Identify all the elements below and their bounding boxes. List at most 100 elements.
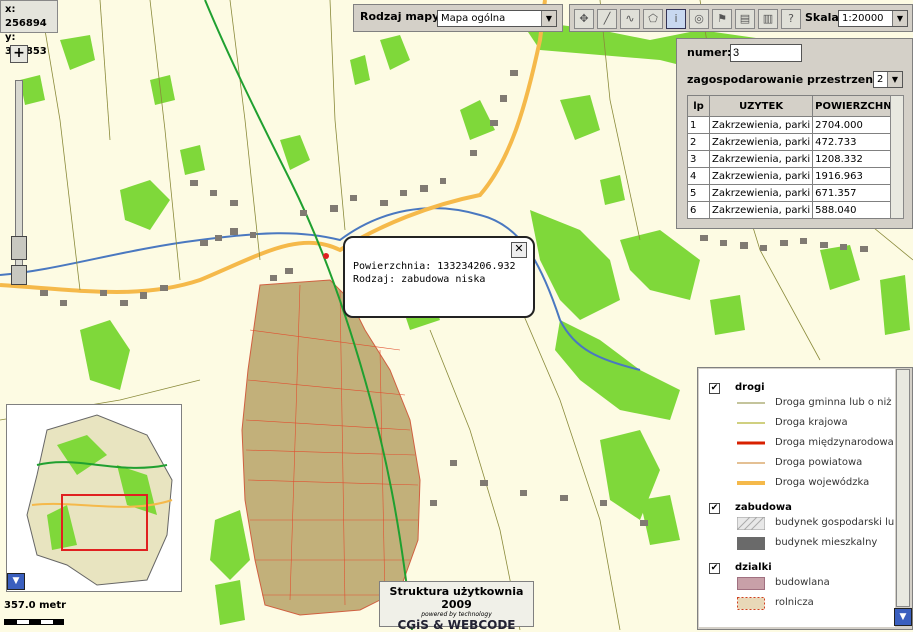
table-row[interactable]: 5 Zakrzewienia, parki 671.357 — [687, 184, 899, 202]
legend-label: Droga gminna lub o niż — [775, 397, 892, 408]
legend-item: rolnicza — [699, 594, 895, 614]
legend-label: Droga krajowa — [775, 417, 848, 428]
zoom-slider-thumb[interactable] — [11, 236, 27, 260]
measure-line-icon[interactable]: ∿ — [620, 9, 640, 29]
table-row[interactable]: 6 Zakrzewienia, parki 588.040 — [687, 201, 899, 219]
cell-lp: 5 — [687, 184, 710, 202]
popup-area: Powierzchnia: 133234206.932 — [353, 261, 516, 272]
chevron-down-icon: ▼ — [887, 72, 902, 87]
cell-uzytek: Zakrzewienia, parki — [708, 184, 814, 202]
flag-icon[interactable]: ⚑ — [712, 9, 732, 29]
layer-value: 2 — [877, 74, 884, 85]
legend-item: Droga międzynarodowa — [699, 434, 895, 454]
legend-label: budynek mieszkalny — [775, 537, 878, 548]
toolbar: ✥ ╱ ∿ ⬠ i ◎ ⚑ ▤ ▥ ? Skala 1:20000 ▼ — [569, 4, 913, 32]
cell-uzytek: Zakrzewienia, parki — [708, 201, 814, 219]
legend-swatch — [737, 402, 765, 404]
legend-label: Droga wojewódzka — [775, 477, 870, 488]
map-type-selector: Rodzaj mapy: Mapa ogólna ▼ — [353, 4, 563, 32]
numer-input[interactable] — [730, 44, 802, 62]
legend-label: Droga międzynarodowa — [775, 437, 894, 448]
legend-label: rolnicza — [775, 597, 814, 608]
col-header-lp[interactable]: lp — [687, 95, 710, 117]
checkbox-drogi[interactable]: ✔ — [709, 383, 720, 394]
table-row[interactable]: 2 Zakrzewienia, parki 472.733 — [687, 133, 899, 151]
overview-map[interactable] — [6, 404, 182, 592]
cell-lp: 3 — [687, 150, 710, 168]
table-row[interactable]: 1 Zakrzewienia, parki 2704.000 — [687, 116, 899, 134]
legend-label: budowlana — [775, 577, 830, 588]
table-row[interactable]: 4 Zakrzewienia, parki 1916.963 — [687, 167, 899, 185]
brand-title: Struktura użytkownia 2009 — [389, 585, 524, 611]
numer-label: numer: — [687, 46, 732, 59]
legend-swatch — [737, 481, 765, 485]
info-icon[interactable]: i — [666, 9, 686, 29]
close-icon[interactable]: ✕ — [511, 242, 527, 258]
cell-uzytek: Zakrzewienia, parki — [708, 167, 814, 185]
overview-toggle-button[interactable]: ▼ — [7, 573, 25, 590]
layers-icon[interactable]: ▤ — [735, 9, 755, 29]
scale-dropdown[interactable]: 1:20000 ▼ — [838, 10, 908, 27]
legend-group-label: dzialki — [735, 562, 772, 573]
checkbox-zabudowa[interactable]: ✔ — [709, 503, 720, 514]
legend-item: Droga wojewódzka — [699, 474, 895, 494]
legend-swatch — [737, 441, 765, 445]
cell-powierzchnia: 2704.000 — [812, 116, 899, 134]
legend-collapse-button[interactable]: ▼ — [894, 608, 912, 626]
cell-lp: 2 — [687, 133, 710, 151]
cell-powierzchnia: 671.357 — [812, 184, 899, 202]
branding-box: Struktura użytkownia 2009 powered by tec… — [379, 581, 534, 632]
legend-item: budowlana — [699, 574, 895, 594]
polygon-icon[interactable]: ⬠ — [643, 9, 663, 29]
cell-powierzchnia: 472.733 — [812, 133, 899, 151]
map-type-value: Mapa ogólna — [441, 13, 506, 24]
legend-item: budynek mieszkalny — [699, 534, 895, 554]
legend-swatch — [737, 577, 765, 590]
legend-swatch — [737, 597, 765, 610]
chevron-down-icon: ▼ — [892, 11, 907, 26]
legend-group-label: drogi — [735, 382, 765, 393]
layer-label: zagospodarowanie przestrzenne — [687, 73, 889, 86]
map-type-dropdown[interactable]: Mapa ogólna ▼ — [437, 10, 557, 27]
legend-item: Droga gminna lub o niż — [699, 394, 895, 414]
cell-uzytek: Zakrzewienia, parki — [708, 116, 814, 134]
legend-group-label: zabudowa — [735, 502, 792, 513]
feature-popup: ✕ Powierzchnia: 133234206.932 Rodzaj: za… — [343, 236, 535, 318]
coord-x: x: 256894 — [5, 4, 47, 29]
move-icon[interactable]: ✥ — [574, 9, 594, 29]
legend-scrollbar[interactable] — [896, 369, 910, 607]
selected-point-marker — [323, 253, 329, 259]
zoom-out-button[interactable] — [11, 265, 27, 285]
col-header-powierzchnia[interactable]: POWIERZCHNI — [812, 95, 899, 117]
cell-powierzchnia: 1916.963 — [812, 167, 899, 185]
attribute-table: lp UZYTEK POWIERZCHNI 1 Zakrzewienia, par… — [687, 95, 899, 219]
table-scrollbar[interactable] — [890, 95, 904, 219]
help-icon[interactable]: ? — [781, 9, 801, 29]
layer-dropdown[interactable]: 2 ▼ — [873, 71, 903, 88]
info-panel: numer: zagospodarowanie przestrzenne 2 ▼… — [676, 38, 913, 229]
ruler-icon[interactable]: ╱ — [597, 9, 617, 29]
brand-powered: powered by technology — [421, 611, 492, 618]
scale-bar-label: 357.0 metr — [4, 600, 67, 611]
table-row[interactable]: 3 Zakrzewienia, parki 1208.332 — [687, 150, 899, 168]
globe-icon[interactable]: ◎ — [689, 9, 709, 29]
legend-swatch — [737, 517, 765, 530]
scale-label: Skala — [805, 11, 839, 24]
map-type-label: Rodzaj mapy: — [360, 10, 444, 23]
overview-map-canvas — [7, 405, 181, 591]
cell-lp: 4 — [687, 167, 710, 185]
cell-powierzchnia: 588.040 — [812, 201, 899, 219]
checkbox-dzialki[interactable]: ✔ — [709, 563, 720, 574]
scale-bar — [4, 619, 64, 625]
col-header-uzytek[interactable]: UZYTEK — [708, 95, 814, 117]
legend-swatch — [737, 537, 765, 550]
cell-lp: 1 — [687, 116, 710, 134]
legend-swatch — [737, 422, 765, 424]
print-icon[interactable]: ▥ — [758, 9, 778, 29]
legend-label: Droga powiatowa — [775, 457, 863, 468]
legend-item: budynek gospodarski lu — [699, 514, 895, 534]
legend-swatch — [737, 462, 765, 464]
zoom-in-button[interactable]: + — [10, 45, 28, 63]
coordinates-readout: x: 256894 y: 340853 — [0, 0, 58, 57]
cell-powierzchnia: 1208.332 — [812, 150, 899, 168]
